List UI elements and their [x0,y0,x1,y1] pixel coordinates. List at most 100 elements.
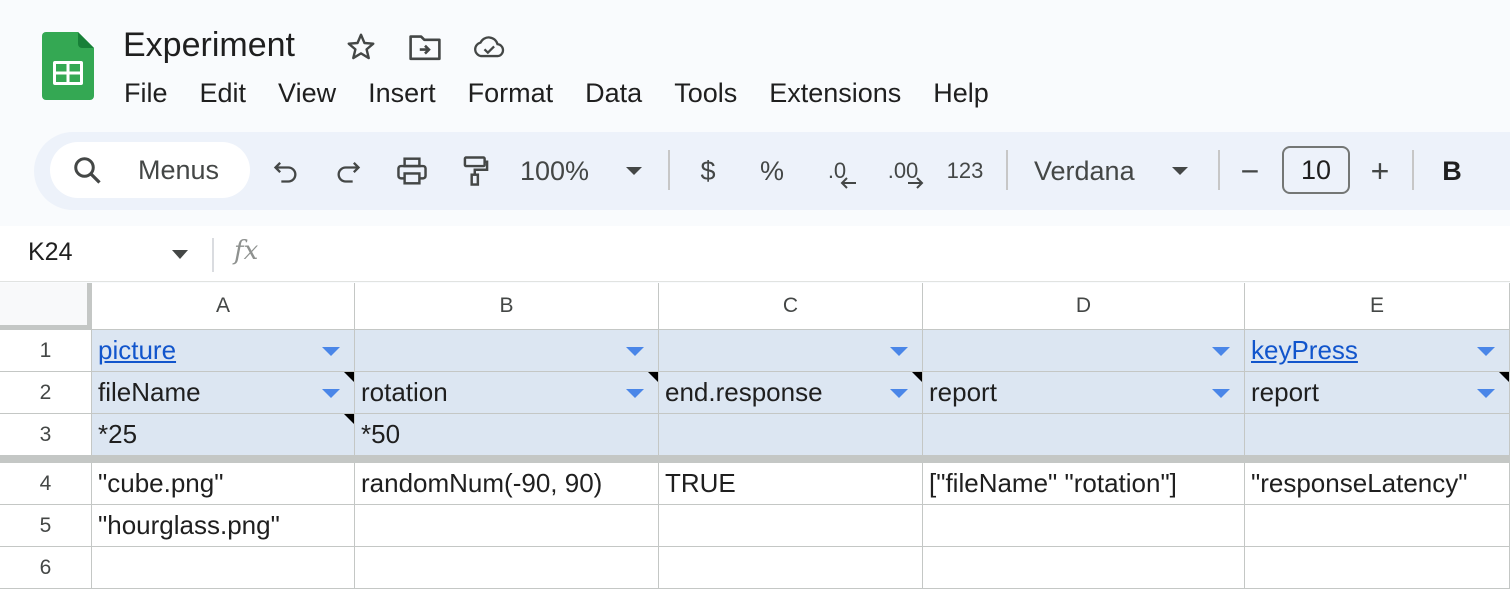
column-header-b[interactable]: B [355,283,659,330]
zoom-select[interactable]: 100% [520,148,648,194]
menu-format[interactable]: Format [452,74,570,110]
fx-icon: fx [234,236,259,266]
increase-decimal-button[interactable]: .00 [878,148,928,194]
cell-a3[interactable]: *25 [92,414,355,456]
menu-help[interactable]: Help [917,74,1005,110]
row-header-6[interactable]: 6 [0,547,92,589]
column-header-c[interactable]: C [659,283,923,330]
chevron-down-icon [1172,167,1188,175]
cell-c5[interactable] [659,505,923,547]
cell-a5[interactable]: "hourglass.png" [92,505,355,547]
cell-e2[interactable]: report [1245,372,1510,414]
cell-d5[interactable] [923,505,1245,547]
cell-c6[interactable] [659,547,923,589]
cell-b6[interactable] [355,547,659,589]
filter-dropdown-icon[interactable] [1477,388,1495,398]
cell-e3[interactable] [1245,414,1510,456]
cell-e5[interactable] [1245,505,1510,547]
frozen-rows-divider[interactable] [0,456,1510,463]
cell-b1[interactable] [355,330,659,372]
cell-b2[interactable]: rotation [355,372,659,414]
cell-e1[interactable]: keyPress [1245,330,1510,372]
filter-dropdown-icon[interactable] [1477,346,1495,356]
plus-icon: + [1370,152,1390,189]
cell-c4[interactable]: TRUE [659,463,923,505]
menu-insert[interactable]: Insert [352,74,452,110]
cell-e6[interactable] [1245,547,1510,589]
undo-button[interactable] [266,148,306,194]
filter-dropdown-icon[interactable] [626,346,644,356]
cell-note-indicator [344,414,354,424]
cell-d1[interactable] [923,330,1245,372]
cell-a6[interactable] [92,547,355,589]
name-box[interactable]: K24 [28,238,72,267]
menu-file[interactable]: File [108,74,184,110]
cell-e4[interactable]: "responseLatency" [1245,463,1510,505]
font-family-select[interactable]: Verdana [1034,148,1194,194]
search-menus-input[interactable]: Menus [50,142,250,198]
menu-data[interactable]: Data [569,74,658,110]
filter-dropdown-icon[interactable] [1212,346,1230,356]
menu-view[interactable]: View [262,74,352,110]
column-header-e[interactable]: E [1245,283,1510,330]
document-title[interactable]: Experiment [123,26,295,65]
menu-edit[interactable]: Edit [184,74,263,110]
percent-format-button[interactable]: % [752,148,792,194]
filter-dropdown-icon[interactable] [890,346,908,356]
menu-tools[interactable]: Tools [658,74,753,110]
column-header-a[interactable]: A [92,283,355,330]
formula-input[interactable] [290,236,1490,270]
number-format-button[interactable]: 123 [940,148,990,194]
chevron-down-icon[interactable] [172,250,188,259]
google-sheets-logo[interactable] [42,32,94,100]
cell-d3[interactable] [923,414,1245,456]
row-header-5[interactable]: 5 [0,505,92,547]
cell-d4[interactable]: ["fileName" "rotation"] [923,463,1245,505]
column-header-d[interactable]: D [923,283,1245,330]
minus-icon: − [1240,152,1260,189]
cell-b4[interactable]: randomNum(-90, 90) [355,463,659,505]
cell-b3[interactable]: *50 [355,414,659,456]
redo-button[interactable] [328,148,368,194]
cell-value: end.response [665,377,823,407]
filter-dropdown-icon[interactable] [890,388,908,398]
paint-format-button[interactable] [456,148,496,194]
font-size-input[interactable]: 10 [1282,146,1350,194]
move-to-folder-icon[interactable] [408,30,442,64]
cell-c1[interactable] [659,330,923,372]
printer-icon [397,157,427,185]
row-header-4[interactable]: 4 [0,463,92,505]
zoom-value: 100% [520,155,590,186]
row-header-1[interactable]: 1 [0,330,92,372]
cell-d6[interactable] [923,547,1245,589]
cell-c2[interactable]: end.response [659,372,923,414]
menu-extensions[interactable]: Extensions [753,74,917,110]
cell-a4[interactable]: "cube.png" [92,463,355,505]
filter-dropdown-icon[interactable] [322,388,340,398]
filter-dropdown-icon[interactable] [1212,388,1230,398]
cloud-saved-icon[interactable] [472,30,506,64]
cell-value: "hourglass.png" [98,510,280,540]
cell-value: keyPress [1251,335,1358,365]
search-icon [74,157,101,184]
increase-font-size-button[interactable]: + [1360,148,1400,194]
select-all-corner[interactable] [0,283,92,330]
cell-a1[interactable]: picture [92,330,355,372]
bold-button[interactable]: B [1432,148,1472,194]
decrease-decimal-button[interactable]: .0 [814,148,860,194]
star-icon[interactable] [344,30,378,64]
cell-c3[interactable] [659,414,923,456]
decrease-font-size-button[interactable]: − [1230,148,1270,194]
cell-d2[interactable]: report [923,372,1245,414]
cell-b5[interactable] [355,505,659,547]
print-button[interactable] [392,148,432,194]
row-header-2[interactable]: 2 [0,372,92,414]
row-header-3[interactable]: 3 [0,414,92,456]
redo-icon [337,162,361,183]
filter-dropdown-icon[interactable] [626,388,644,398]
currency-format-button[interactable]: $ [688,148,728,194]
cell-a2[interactable]: fileName [92,372,355,414]
font-family-value: Verdana [1034,155,1135,186]
filter-dropdown-icon[interactable] [322,346,340,356]
number-format-label: 123 [946,158,984,183]
